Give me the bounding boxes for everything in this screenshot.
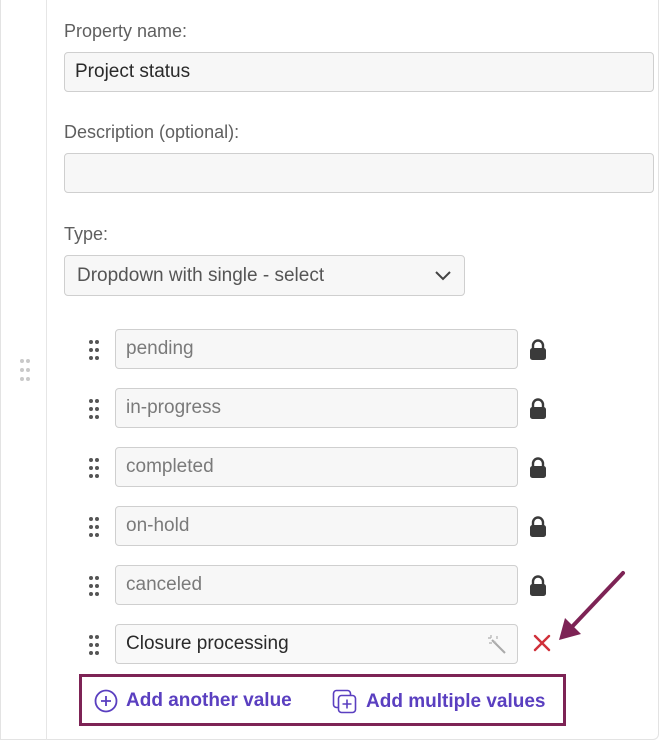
value-input[interactable]: in-progress (115, 388, 518, 428)
panel-drag-column (1, 0, 47, 740)
add-another-value-label: Add another value (126, 690, 292, 711)
value-input[interactable]: canceled (115, 565, 518, 605)
lock-icon (530, 457, 546, 478)
value-row: pending (84, 329, 554, 371)
value-input[interactable]: Closure processing (115, 624, 518, 664)
drag-handle-icon[interactable] (87, 398, 101, 420)
panel-drag-handle-icon[interactable] (18, 358, 32, 382)
value-input[interactable]: on-hold (115, 506, 518, 546)
add-multiple-icon (332, 689, 357, 714)
value-input[interactable]: completed (115, 447, 518, 487)
type-select-value: Dropdown with single - select (77, 264, 325, 286)
value-row: Closure processing (84, 624, 554, 666)
lock-icon (530, 575, 546, 596)
lock-icon (530, 516, 546, 537)
value-label: pending (126, 338, 194, 359)
value-row: in-progress (84, 388, 554, 430)
value-input[interactable]: pending (115, 329, 518, 369)
value-label: in-progress (126, 397, 222, 418)
plus-circle-icon (94, 689, 118, 713)
drag-handle-icon[interactable] (87, 516, 101, 538)
add-values-highlight: Add another value Add multiple values (79, 674, 566, 726)
add-another-value-button[interactable]: Add another value (94, 689, 292, 713)
property-name-label: Property name: (64, 21, 188, 41)
lock-icon (530, 398, 546, 419)
close-icon[interactable] (531, 632, 553, 654)
annotation-arrow-icon (559, 571, 625, 640)
value-label: on-hold (126, 515, 190, 536)
value-label: Closure processing (126, 633, 289, 654)
drag-handle-icon[interactable] (87, 339, 101, 361)
drag-handle-icon[interactable] (87, 575, 101, 597)
type-select[interactable]: Dropdown with single - select (64, 255, 465, 296)
drag-handle-icon[interactable] (87, 457, 101, 479)
type-label: Type: (64, 224, 109, 244)
magic-wand-icon[interactable] (487, 634, 507, 654)
description-input[interactable] (64, 153, 654, 193)
add-multiple-values-button[interactable]: Add multiple values (332, 689, 545, 715)
property-name-input[interactable]: Project status (64, 52, 654, 92)
value-row: on-hold (84, 506, 554, 548)
drag-handle-icon[interactable] (87, 634, 101, 656)
value-row: canceled (84, 565, 554, 607)
description-label: Description (optional): (64, 122, 240, 142)
value-row: completed (84, 447, 554, 489)
add-multiple-values-label: Add multiple values (366, 691, 546, 712)
chevron-down-icon (435, 270, 451, 280)
value-label: canceled (126, 574, 203, 595)
value-label: completed (126, 456, 214, 477)
lock-icon (530, 339, 546, 360)
